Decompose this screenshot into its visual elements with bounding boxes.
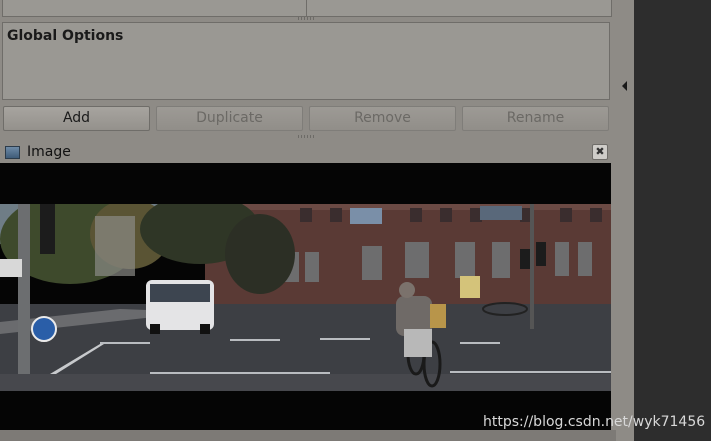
rename-button[interactable]: Rename bbox=[462, 106, 609, 131]
camera-image bbox=[0, 204, 611, 391]
displays-tree-bottom bbox=[2, 0, 612, 17]
triangle-left-icon[interactable] bbox=[622, 81, 627, 91]
duplicate-button[interactable]: Duplicate bbox=[156, 106, 303, 131]
global-options-title: Global Options bbox=[7, 28, 124, 44]
global-options-panel[interactable]: Global Options bbox=[2, 22, 610, 100]
left-panel: Global Options Add Duplicate Remove Rena… bbox=[0, 0, 616, 441]
watermark-text: https://blog.csdn.net/wyk71456 bbox=[483, 414, 706, 430]
image-view bbox=[0, 163, 611, 430]
remove-button[interactable]: Remove bbox=[309, 106, 456, 131]
bottom-status-bar bbox=[0, 430, 616, 441]
image-panel-title: Image bbox=[27, 144, 71, 160]
image-panel-header: Image ✖ bbox=[0, 142, 610, 163]
close-icon[interactable]: ✖ bbox=[592, 144, 608, 160]
column-divider[interactable] bbox=[306, 0, 307, 16]
image-window-icon bbox=[5, 146, 20, 159]
render-view[interactable] bbox=[634, 0, 711, 441]
add-button[interactable]: Add bbox=[3, 106, 150, 131]
collapse-splitter[interactable] bbox=[616, 0, 634, 441]
splitter-handle-middle[interactable] bbox=[298, 135, 314, 138]
splitter-handle-top[interactable] bbox=[298, 17, 314, 20]
